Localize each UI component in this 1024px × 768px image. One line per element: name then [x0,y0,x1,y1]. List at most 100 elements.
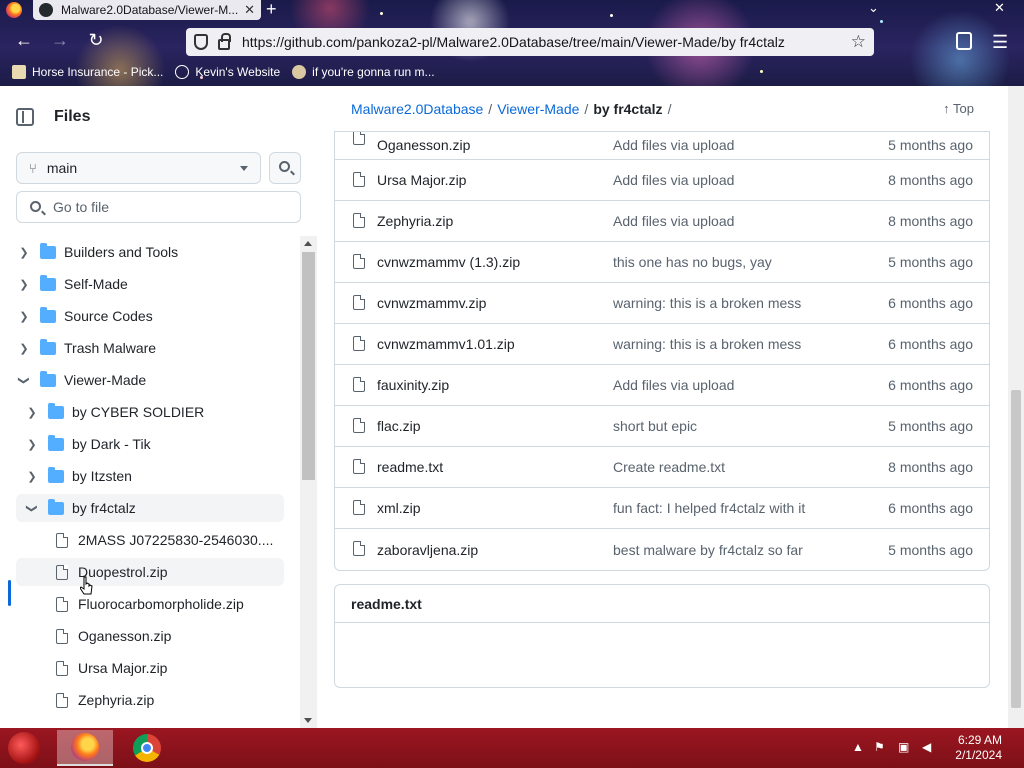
chevron-right-icon[interactable]: ❯ [24,438,40,451]
bookmark-item[interactable]: if you're gonna run m... [292,65,435,79]
tree-item-by-itzsten[interactable]: ❯ by Itzsten [24,462,132,490]
go-to-file-input[interactable]: Go to file [16,191,301,223]
commit-message-link[interactable]: Add files via upload [613,172,734,188]
file-name-link[interactable]: Oganesson.zip [377,137,470,153]
reload-icon[interactable]: ↻ [84,30,108,51]
search-button[interactable] [269,152,301,184]
tree-item-by-cyber-soldier[interactable]: ❯ by CYBER SOLDIER [24,398,204,426]
commit-message-link[interactable]: short but epic [613,418,697,434]
page-scrollbar[interactable] [1008,86,1024,728]
arrow-left-icon[interactable]: ← [12,30,36,51]
chevron-down-icon[interactable]: ❯ [26,500,39,516]
bookmark-item[interactable]: Horse Insurance - Pick... [12,65,163,79]
flag-icon[interactable]: ⚑ [874,740,885,754]
bookmark-item[interactable]: Kevin's Website [175,65,280,79]
chevron-right-icon[interactable]: ❯ [16,278,32,291]
file-name-link[interactable]: Ursa Major.zip [377,172,466,188]
back-to-top-button[interactable]: ↑ Top [943,101,974,116]
tree-file-ursa-major[interactable]: Ursa Major.zip [56,654,167,682]
start-ornament-icon[interactable] [8,732,40,764]
chevron-right-icon[interactable]: ❯ [16,246,32,259]
extensions-icon[interactable] [956,32,972,50]
table-row[interactable]: Oganesson.zip Add files via upload 5 mon… [335,130,989,160]
tracking-shield-icon[interactable] [194,34,208,50]
breadcrumb-folder-link[interactable]: Viewer-Made [497,101,579,117]
scrollbar-thumb[interactable] [1011,390,1021,708]
commit-message-link[interactable]: Create readme.txt [613,459,725,475]
taskbar-chrome[interactable] [119,730,175,766]
tree-item-by-fr4ctalz[interactable]: ❯ by fr4ctalz [16,494,284,522]
tree-file-zephyria[interactable]: Zephyria.zip [56,686,154,714]
firefox-icon[interactable] [6,2,22,18]
tree-item-source-codes[interactable]: ❯ Source Codes [16,302,153,330]
commit-message-link[interactable]: warning: this is a broken mess [613,336,801,352]
hamburger-menu-icon[interactable]: ☰ [992,32,1008,53]
file-name-link[interactable]: readme.txt [377,459,443,475]
table-row[interactable]: cvnwzmammv1.01.zip warning: this is a br… [335,324,989,365]
tree-file-oganesson[interactable]: Oganesson.zip [56,622,171,650]
tree-file-duopestrol[interactable]: Duopestrol.zip [16,558,284,586]
commit-message-link[interactable]: Add files via upload [613,377,734,393]
commit-message-link[interactable]: warning: this is a broken mess [613,295,801,311]
browser-tab[interactable]: Malware2.0Database/Viewer-M... ✕ [33,0,261,20]
file-name-link[interactable]: Zephyria.zip [377,213,453,229]
chevron-right-icon[interactable]: ❯ [24,470,40,483]
scroll-down-icon[interactable] [304,718,312,723]
url-text[interactable]: https://github.com/pankoza2-pl/Malware2.… [242,34,851,50]
chevron-down-icon[interactable]: ❯ [18,372,31,388]
github-icon [39,3,53,17]
tree-item-builders-and-tools[interactable]: ❯ Builders and Tools [16,238,178,266]
tree-item-viewer-made[interactable]: ❯ Viewer-Made [16,366,146,394]
url-bar[interactable]: https://github.com/pankoza2-pl/Malware2.… [186,28,874,56]
chevron-right-icon[interactable]: ❯ [16,342,32,355]
network-icon[interactable]: ▣ [898,740,909,754]
new-tab-icon[interactable]: + [266,0,277,18]
sidebar-scrollbar[interactable] [300,236,317,728]
git-branch-icon: ⑂ [29,160,37,176]
scroll-up-icon[interactable] [304,241,312,246]
tray-expand-icon[interactable]: ▲ [852,740,864,754]
commit-message-link[interactable]: Add files via upload [613,213,734,229]
commit-message-link[interactable]: this one has no bugs, yay [613,254,772,270]
tree-item-self-made[interactable]: ❯ Self-Made [16,270,128,298]
breadcrumb-repo-link[interactable]: Malware2.0Database [351,101,483,117]
commit-message-link[interactable]: best malware by fr4ctalz so far [613,542,803,558]
table-row[interactable]: Zephyria.zip Add files via upload 8 mont… [335,201,989,242]
volume-muted-icon[interactable]: ◀ [922,740,931,754]
collapse-panel-icon[interactable] [16,108,34,126]
arrow-right-icon[interactable]: → [48,30,72,51]
table-row[interactable]: fauxinity.zip Add files via upload 6 mon… [335,365,989,406]
file-name-link[interactable]: flac.zip [377,418,421,434]
lock-icon[interactable] [218,32,231,50]
scrollbar-thumb[interactable] [302,252,315,480]
file-name-link[interactable]: cvnwzmammv (1.3).zip [377,254,520,270]
file-name-link[interactable]: zaboravljena.zip [377,542,478,558]
file-icon [353,336,365,351]
file-name-link[interactable]: xml.zip [377,500,421,516]
tree-item-trash-malware[interactable]: ❯ Trash Malware [16,334,156,362]
file-name-link[interactable]: cvnwzmammv1.01.zip [377,336,515,352]
file-name-link[interactable]: cvnwzmammv.zip [377,295,486,311]
chevron-right-icon[interactable]: ❯ [16,310,32,323]
window-close-icon[interactable]: ✕ [994,0,1005,16]
tree-file-2mass[interactable]: 2MASS J07225830-2546030.... [56,526,273,554]
table-row[interactable]: cvnwzmammv.zip warning: this is a broken… [335,283,989,324]
table-row[interactable]: flac.zip short but epic 5 months ago [335,406,989,447]
readme-title[interactable]: readme.txt [335,585,989,623]
table-row[interactable]: Ursa Major.zip Add files via upload 8 mo… [335,160,989,201]
tab-close-icon[interactable]: ✕ [244,2,255,18]
table-row[interactable]: xml.zip fun fact: I helped fr4ctalz with… [335,488,989,529]
table-row[interactable]: zaboravljena.zip best malware by fr4ctal… [335,529,989,570]
taskbar-firefox[interactable] [57,730,113,766]
bookmark-star-icon[interactable]: ☆ [851,32,866,52]
chevron-right-icon[interactable]: ❯ [24,406,40,419]
table-row[interactable]: readme.txt Create readme.txt 8 months ag… [335,447,989,488]
commit-message-link[interactable]: Add files via upload [613,137,734,153]
file-name-link[interactable]: fauxinity.zip [377,377,449,393]
system-clock[interactable]: 6:29 AM 2/1/2024 [955,733,1002,763]
tree-item-by-dark-tik[interactable]: ❯ by Dark - Tik [24,430,151,458]
table-row[interactable]: cvnwzmammv (1.3).zip this one has no bug… [335,242,989,283]
commit-message-link[interactable]: fun fact: I helped fr4ctalz with it [613,500,805,516]
branch-selector[interactable]: ⑂ main [16,152,261,184]
tab-list-chevron-icon[interactable]: ⌄ [868,0,879,16]
